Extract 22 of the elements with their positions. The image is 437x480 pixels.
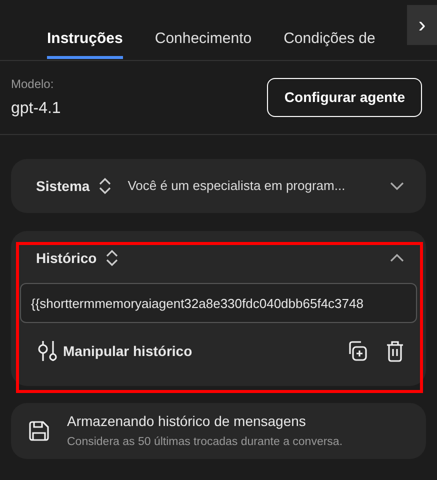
tab[interactable]: Instruções — [47, 22, 123, 59]
history-variable-field[interactable]: {{shorttermmemoryaiagent32a8e330fdc040dbb65f4c3748 — [20, 283, 417, 323]
copy-add-icon[interactable] — [346, 340, 368, 362]
system-prompt-preview: Você é um especialista em program... — [128, 177, 346, 196]
storage-title: Armazenando histórico de mensagens — [67, 412, 307, 431]
sort-icon — [104, 249, 119, 267]
model-label: Modelo: — [11, 76, 55, 92]
model-name: gpt-4.1 — [11, 98, 61, 118]
configure-agent-button[interactable]: Configurar agente — [267, 78, 422, 117]
storage-description: Considera as 50 últimas trocadas durante a conversa. — [67, 434, 343, 450]
sliders-icon — [37, 340, 59, 362]
sort-icon — [98, 177, 112, 195]
collapse-icon[interactable] — [390, 254, 404, 262]
save-icon — [28, 420, 50, 442]
system-title: Sistema — [36, 176, 90, 196]
trash-icon[interactable] — [386, 340, 404, 362]
tabs-next-button[interactable]: › — [407, 5, 437, 45]
tab[interactable]: Condições de — [284, 22, 376, 59]
history-title: Histórico — [36, 248, 97, 268]
tab[interactable]: Conhecimento — [154, 22, 252, 59]
system-card[interactable]: Sistema Você é um especialista em program... — [11, 159, 426, 213]
manipulate-history-label[interactable]: Manipular histórico — [63, 340, 192, 362]
